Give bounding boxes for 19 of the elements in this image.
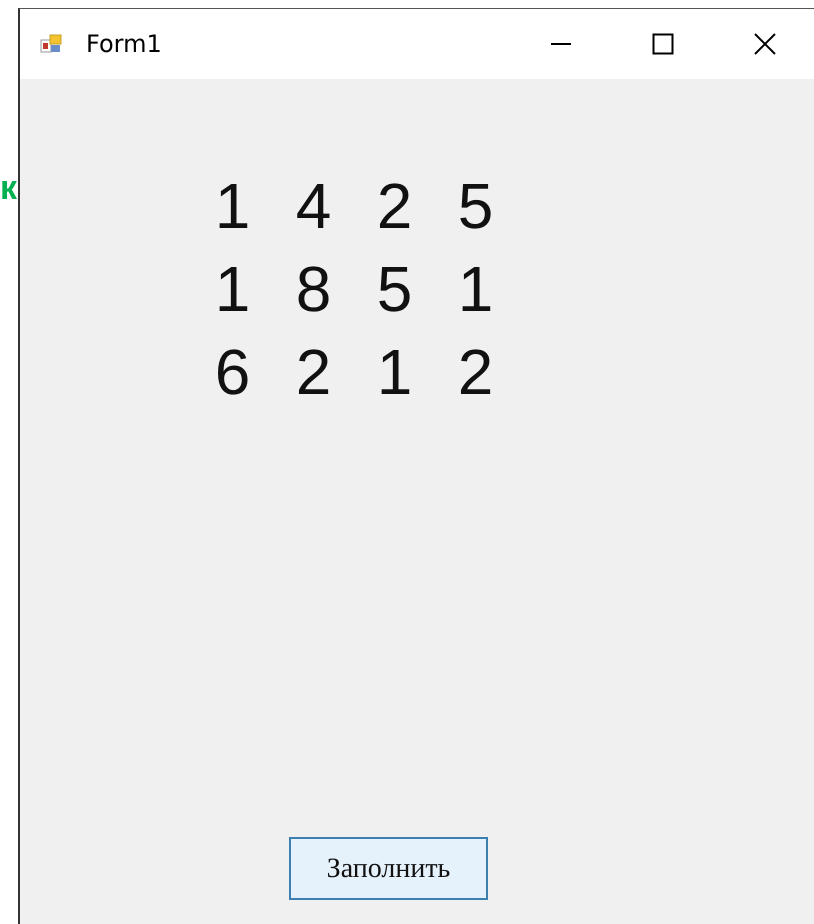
- matrix-number: 1: [214, 169, 252, 244]
- form-icon: [40, 34, 62, 54]
- close-icon: [754, 33, 776, 55]
- matrix-number: 5: [376, 252, 414, 327]
- matrix-number: 1: [456, 252, 494, 327]
- slide-text: к: [0, 168, 18, 208]
- fill-button[interactable]: Заполнить: [289, 837, 488, 900]
- matrix-number: 2: [376, 169, 414, 244]
- matrix-number: 1: [376, 335, 414, 410]
- window-title: Form1: [86, 30, 162, 58]
- matrix-number: 2: [294, 335, 332, 410]
- matrix-number: 1: [214, 252, 252, 327]
- matrix-number: 8: [294, 252, 332, 327]
- minimize-icon: [550, 43, 572, 45]
- matrix-number: 6: [214, 335, 252, 410]
- matrix-number: 2: [456, 335, 494, 410]
- matrix-number: 4: [294, 169, 332, 244]
- maximize-icon: [652, 33, 674, 55]
- matrix-number: 5: [456, 169, 494, 244]
